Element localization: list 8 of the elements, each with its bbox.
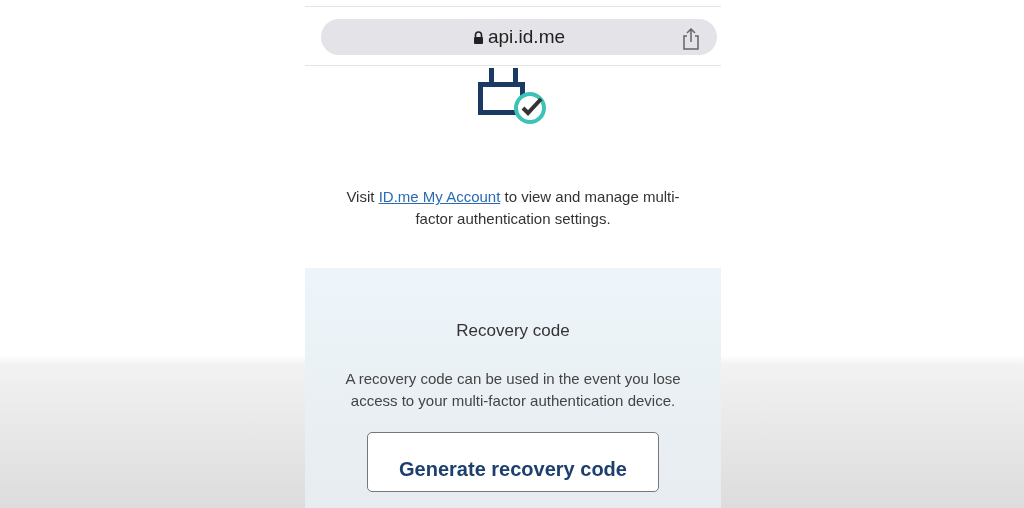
card-title: Recovery code — [456, 320, 570, 343]
generate-button[interactable]: Generate recovery code — [367, 431, 659, 492]
intro-text: Visit ID.me My Account to view and manage multi-factor authentication settings. — [345, 187, 681, 230]
card-description: A recovery code can be used in the event you lose access to your multi-factor authentication device. — [344, 368, 682, 411]
account-link[interactable]: ID.me My Account — [378, 188, 501, 206]
share-icon[interactable] — [681, 28, 701, 51]
url-text: api.id.me — [487, 25, 566, 50]
address-bar[interactable]: api.id.me — [321, 19, 717, 56]
